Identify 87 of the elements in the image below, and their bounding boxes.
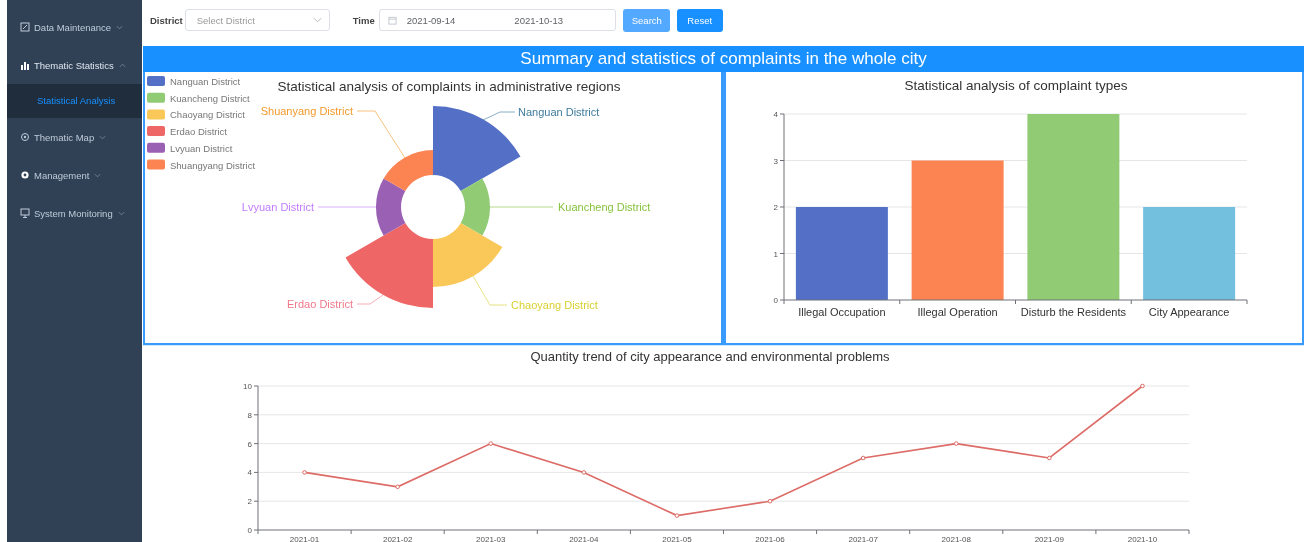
legend-label[interactable]: Lvyuan District — [170, 142, 233, 154]
slice-label: Kuancheng District — [558, 201, 651, 213]
nav-item[interactable]: System Monitoring — [7, 194, 142, 232]
district-label: District — [150, 14, 183, 26]
axis-tick-label: 0 — [773, 296, 778, 305]
axis-category-label: 2021-04 — [569, 535, 599, 542]
nav-item[interactable]: Thematic Statistics — [7, 46, 142, 84]
slice-label: Lvyuan District — [241, 201, 314, 213]
monitor-icon — [20, 208, 30, 218]
legend-label[interactable]: Erdao District — [170, 126, 227, 138]
district-select[interactable]: Select District — [184, 9, 330, 31]
data-point — [1140, 383, 1145, 389]
axis-category-label: Illegal Operation — [917, 306, 998, 318]
reset-button[interactable]: Reset — [676, 8, 723, 32]
legend-label[interactable]: Chaoyang District — [170, 109, 245, 121]
axis-category-label: 2021-10 — [1127, 535, 1158, 542]
axis-tick-label: 2 — [247, 497, 252, 507]
leader-line — [489, 206, 554, 208]
edit-icon — [20, 22, 30, 32]
search-button[interactable]: Search — [622, 8, 670, 32]
banner: Summary and statistics of complaints in the whole city — [143, 46, 1304, 72]
leader-line — [317, 206, 377, 208]
axis-category-label: 2021-07 — [848, 535, 878, 542]
legend-swatch[interactable] — [147, 92, 165, 103]
calendar-icon — [387, 15, 397, 25]
leader-line — [472, 275, 508, 306]
legend-swatch[interactable] — [147, 76, 165, 86]
axis-tick-label: 4 — [247, 468, 252, 478]
axis-category-label: 2021-08 — [941, 535, 971, 542]
chevron-up-icon — [118, 62, 126, 68]
nav-item[interactable]: Thematic Map — [7, 118, 142, 156]
settings-icon — [20, 170, 30, 180]
axis-tick-label: 3 — [773, 156, 778, 166]
data-point — [953, 441, 959, 446]
legend-swatch[interactable] — [147, 142, 165, 153]
slice-label: Nanguan District — [518, 106, 600, 118]
data-point — [767, 498, 773, 504]
axis-tick-label: 4 — [773, 110, 778, 119]
data-point — [674, 513, 680, 518]
nav-item[interactable]: Management — [7, 156, 142, 194]
data-point — [1047, 455, 1052, 461]
slice-label: Shuanyang District — [260, 105, 353, 117]
time-label: Time — [352, 14, 375, 26]
legend-label[interactable]: Shuangyang District — [170, 159, 256, 171]
axis-category-label: 2021-09 — [1034, 535, 1065, 542]
axis-category-label: 2021-02 — [382, 535, 413, 542]
chevron-down-icon — [312, 17, 322, 23]
chevron-down-icon — [116, 24, 124, 30]
data-point — [860, 455, 866, 461]
axis-category-label: Illegal Occupation — [798, 306, 886, 318]
slice-label: Erdao District — [286, 298, 353, 310]
axis-tick-label: 10 — [243, 382, 252, 391]
leader-line — [356, 294, 384, 305]
leader-line — [482, 111, 516, 121]
leader-line — [356, 110, 406, 159]
globe-icon — [20, 132, 30, 142]
data-point — [581, 470, 587, 475]
axis-tick-label: 8 — [247, 410, 252, 420]
chart-title: Statistical analysis of complaints in administrative regions — [277, 79, 621, 94]
nav-item[interactable]: Data Maintenance — [7, 8, 142, 46]
axis-tick-label: 6 — [247, 439, 252, 449]
axis-tick-label: 1 — [773, 249, 778, 259]
data-point — [395, 484, 400, 490]
data-point — [488, 441, 494, 446]
legend-swatch[interactable] — [147, 126, 165, 137]
chevron-down-icon — [94, 172, 102, 178]
nav-subitem[interactable]: Statistical Analysis — [7, 84, 142, 118]
slice-label: Chaoyang District — [511, 299, 598, 311]
axis-category-label: 2021-01 — [289, 535, 320, 542]
legend-swatch[interactable] — [147, 159, 165, 170]
date-range-field[interactable]: 2021-09-14 2021-10-13 — [378, 9, 616, 31]
axis-category-label: 2021-05 — [662, 535, 692, 542]
chart-title: Quantity trend of city appearance and environmental problems — [530, 349, 890, 364]
axis-category-label: City Appearance — [1148, 306, 1230, 318]
legend-label[interactable]: Kuancheng District — [170, 92, 250, 104]
legend-label[interactable]: Nanguan District — [170, 76, 241, 87]
axis-category-label: Disturb the Residents — [1020, 306, 1126, 318]
axis-tick-label: 2 — [773, 203, 778, 212]
data-point — [302, 470, 307, 475]
chart-title: Statistical analysis of complaint types — [904, 78, 1128, 93]
bar-chart-icon — [20, 60, 30, 70]
chevron-down-icon — [117, 210, 125, 216]
axis-category-label: 2021-06 — [755, 535, 785, 542]
axis-category-label: 2021-03 — [476, 535, 506, 542]
legend-swatch[interactable] — [147, 109, 165, 120]
chevron-down-icon — [99, 134, 107, 140]
axis-tick-label: 0 — [247, 526, 252, 535]
